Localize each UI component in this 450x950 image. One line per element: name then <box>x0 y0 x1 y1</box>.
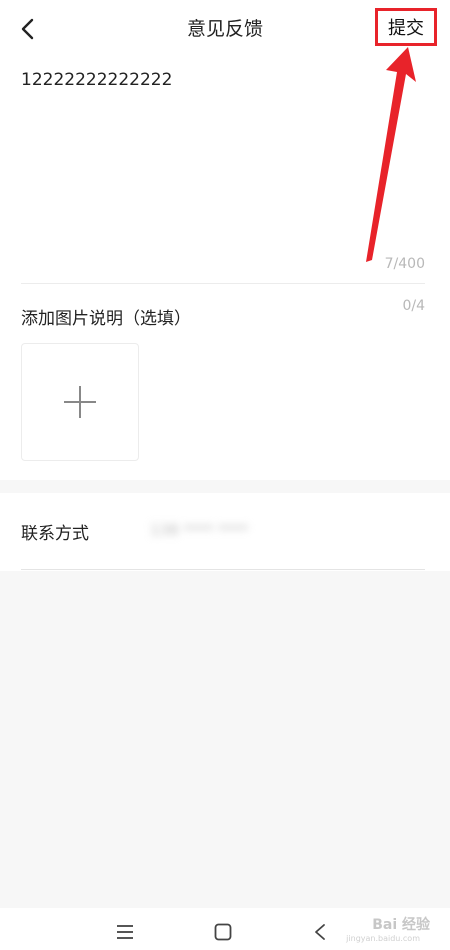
divider <box>21 283 425 284</box>
feedback-section: 7/400 添加图片说明（选填） 0/4 <box>0 58 450 480</box>
contact-section: 联系方式 <box>0 493 450 571</box>
plus-icon <box>64 386 96 418</box>
char-counter: 7/400 <box>384 256 425 272</box>
image-counter: 0/4 <box>402 298 425 314</box>
submit-button[interactable]: 提交 <box>375 8 437 46</box>
home-icon <box>214 923 232 941</box>
watermark-url: jingyan.baidu.com <box>346 934 420 943</box>
watermark-brand: Bai 经验 <box>372 917 430 933</box>
menu-icon <box>117 925 133 939</box>
contact-input[interactable] <box>150 515 320 545</box>
menu-button[interactable] <box>113 922 137 942</box>
back-button[interactable] <box>14 15 42 43</box>
contact-label: 联系方式 <box>21 524 89 544</box>
feedback-textarea[interactable] <box>21 70 421 250</box>
header: 意见反馈 提交 <box>0 0 450 58</box>
nav-back-button[interactable] <box>308 922 332 942</box>
divider <box>21 569 425 570</box>
back-icon <box>315 924 325 940</box>
system-nav-bar: Bai 经验 jingyan.baidu.com <box>0 908 450 950</box>
home-button[interactable] <box>211 922 235 942</box>
chevron-left-icon <box>21 18 34 40</box>
add-image-button[interactable] <box>21 343 139 461</box>
image-section-label: 添加图片说明（选填） <box>21 309 191 329</box>
